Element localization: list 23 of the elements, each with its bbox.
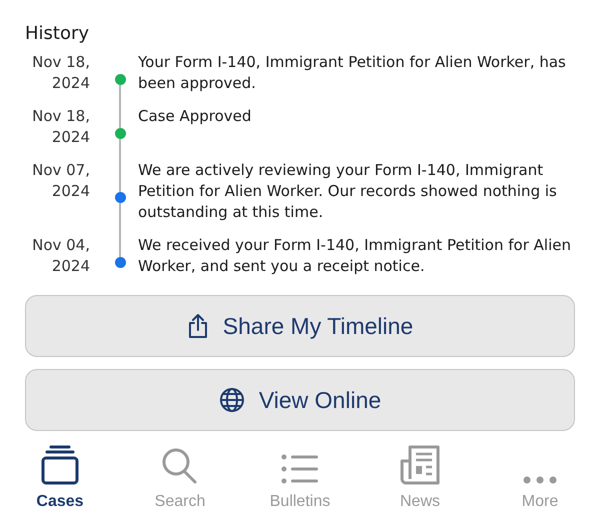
newspaper-icon [400, 445, 440, 485]
share-icon [186, 313, 209, 339]
history-date: Nov 18, 2024 [31, 106, 90, 148]
more-icon [522, 475, 558, 485]
stacked-cards-icon [41, 445, 79, 485]
tab[interactable]: More [480, 445, 600, 517]
view-online-button[interactable]: View Online [25, 369, 575, 431]
history-date: Nov 07, 2024 [31, 160, 90, 202]
history-text: Your Form I-140, Immigrant Petition for Alien Worker, has been approved. [138, 52, 567, 94]
section-title: History [25, 22, 90, 46]
tab[interactable]: Cases [0, 445, 120, 517]
tab[interactable]: Bulletins [240, 445, 360, 517]
history-date: Nov 04, 2024 [31, 235, 90, 277]
history-text: We are actively reviewing your Form I-140, Immigrant Petition for Alien Worker. Our records showed nothing is outstanding at this time. [138, 160, 558, 223]
history-date: Nov 18, 2024 [31, 52, 90, 94]
history-text: Case Approved [138, 106, 252, 127]
list-icon [281, 453, 319, 485]
history-text: We received your Form I-140, Immigrant Petition for Alien Worker, and sent you a receipt notice. [138, 235, 572, 277]
tab[interactable]: Search [120, 445, 240, 517]
share-button[interactable]: Share My Timeline [25, 295, 575, 357]
tab[interactable]: News [360, 445, 480, 517]
globe-icon [218, 387, 245, 413]
search-icon [162, 447, 198, 485]
